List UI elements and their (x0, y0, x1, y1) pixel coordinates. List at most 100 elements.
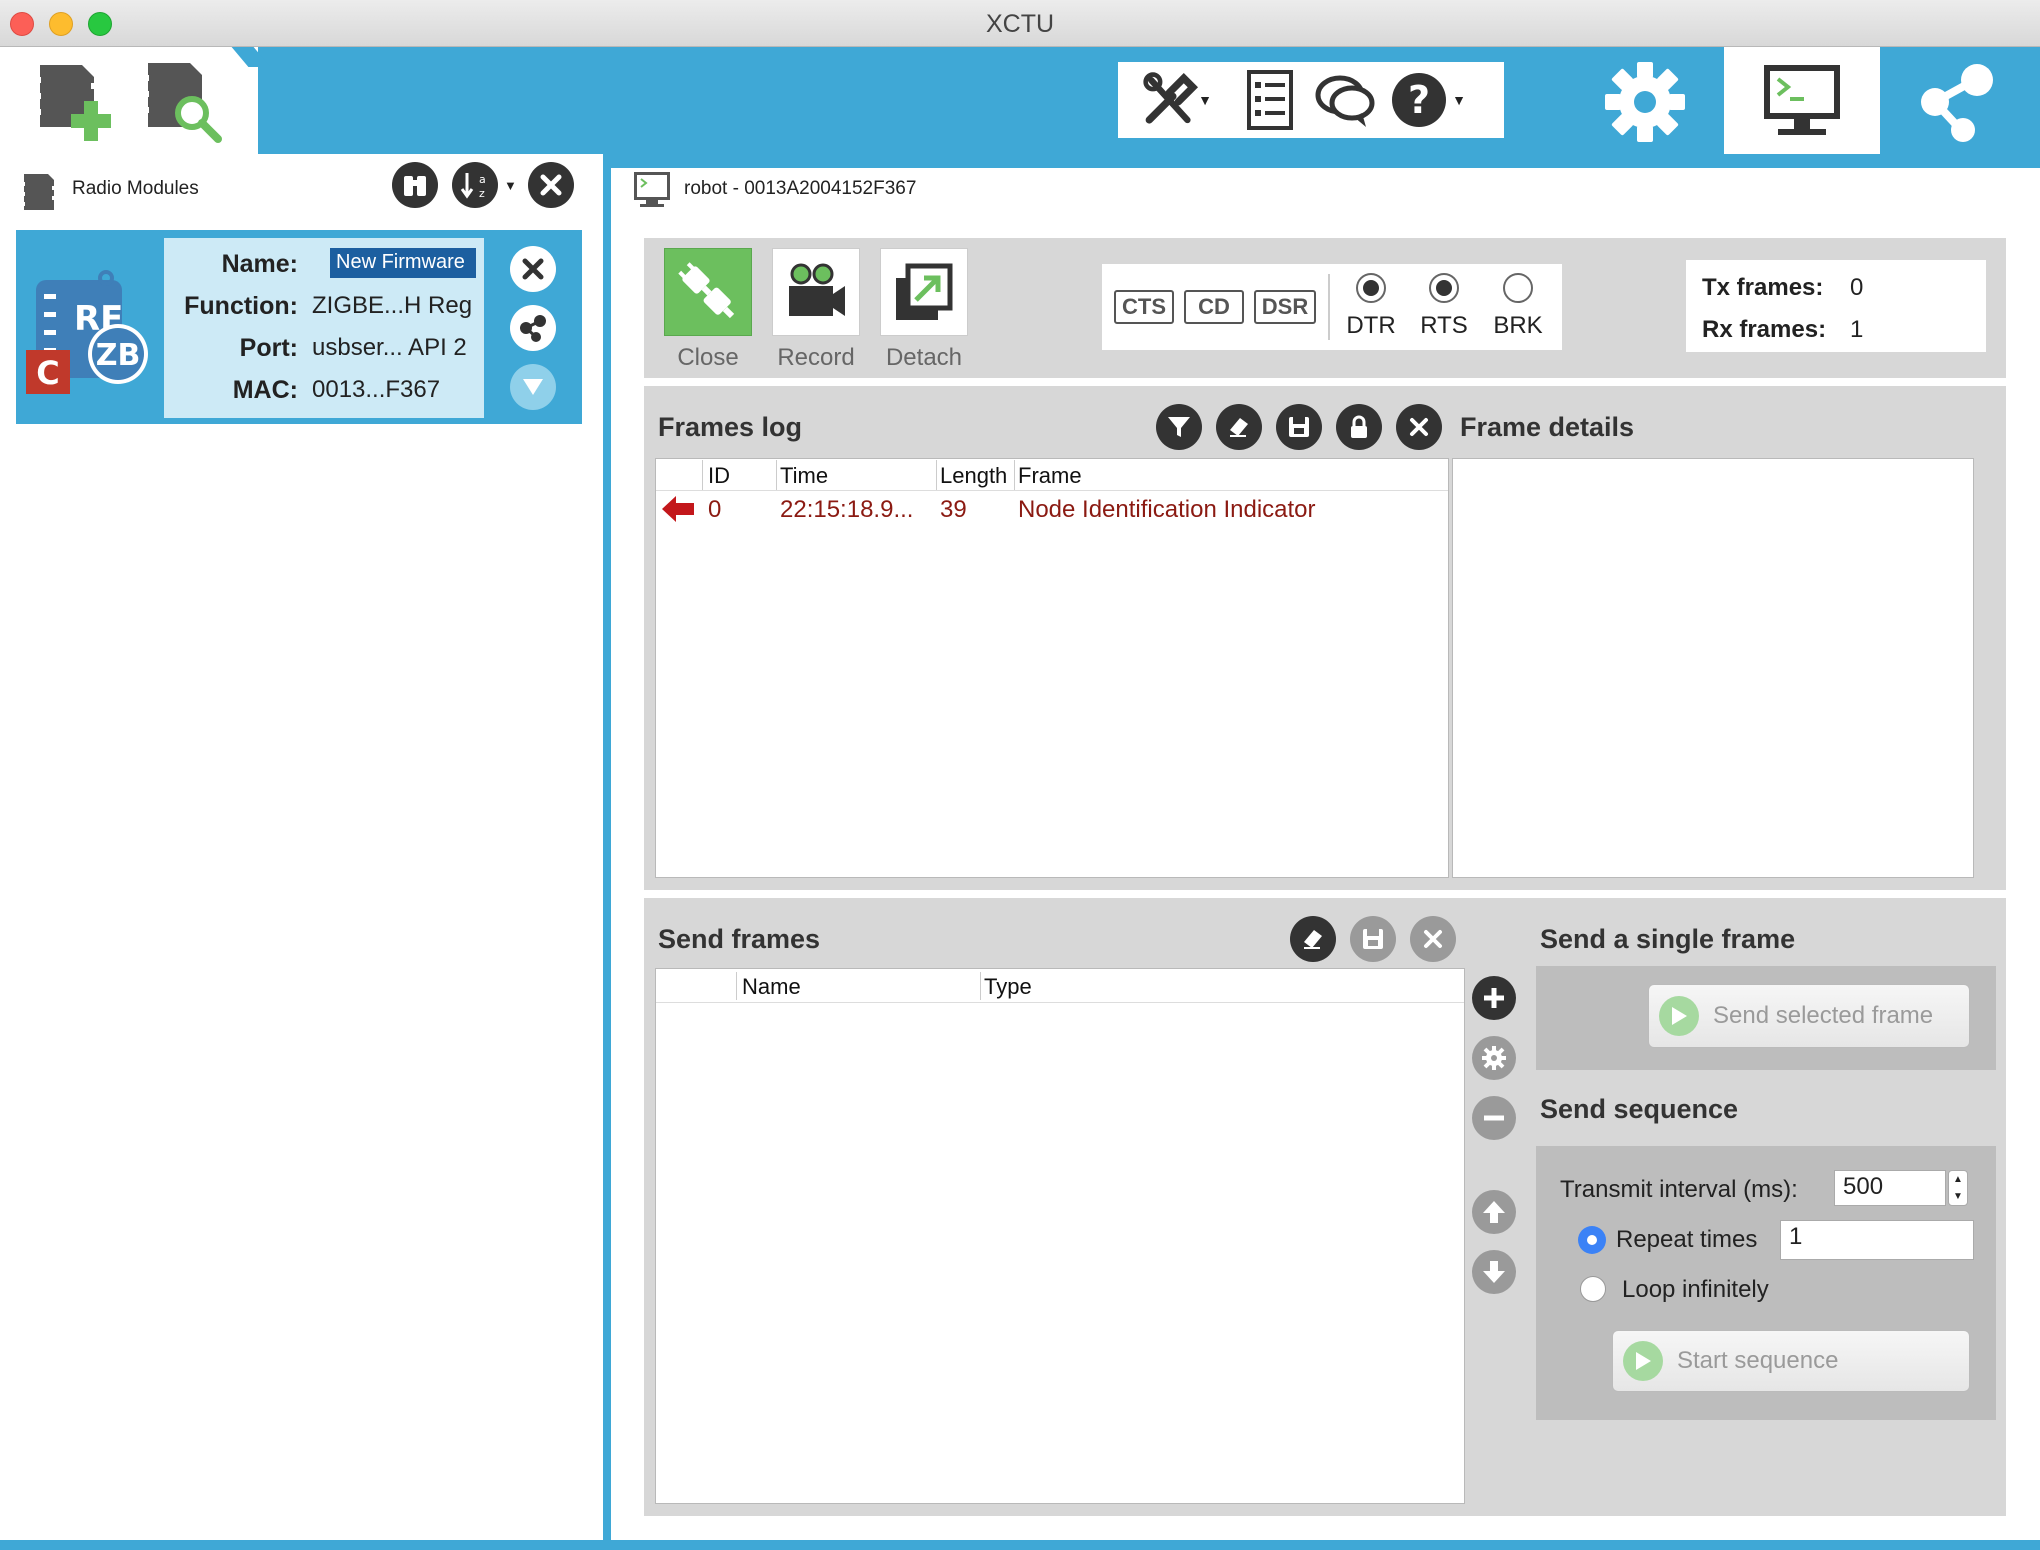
save-icon (1289, 417, 1309, 437)
send-sequence-title: Send sequence (1540, 1094, 1739, 1124)
panel-divider[interactable] (603, 154, 611, 1550)
play-icon (1623, 1341, 1663, 1381)
col-divider (980, 972, 981, 1000)
tools-button[interactable]: ▼ (1142, 68, 1212, 132)
arrow-up-icon (1483, 1201, 1505, 1223)
cts-indicator: CTS (1114, 290, 1174, 324)
gear-icon (1605, 62, 1685, 142)
console-icon (1764, 64, 1840, 135)
add-module-button[interactable] (30, 55, 120, 145)
add-frame-button[interactable] (1472, 976, 1516, 1020)
save-frames-button[interactable] (1276, 404, 1322, 450)
save-send-list-button[interactable] (1350, 916, 1396, 962)
filter-modules-button[interactable] (392, 162, 438, 208)
network-icon (1921, 64, 1993, 142)
chat-icon (1315, 75, 1375, 127)
col-divider (736, 972, 737, 1000)
window-title: XCTU (985, 10, 1055, 38)
frame-details-title: Frame details (1460, 412, 1635, 442)
help-button[interactable]: ? ▼ (1388, 68, 1468, 132)
start-sequence-label: Start sequence (1677, 1347, 1839, 1374)
close-icon (1424, 930, 1442, 948)
col-header-frame[interactable]: Frame (1018, 463, 1082, 489)
configuration-mode-button[interactable] (1600, 62, 1690, 142)
received-arrow-icon (660, 494, 696, 524)
loop-infinitely-radio[interactable] (1580, 1276, 1606, 1302)
move-down-button[interactable] (1472, 1250, 1516, 1294)
col-header-type[interactable]: Type (984, 974, 1032, 1000)
col-header-length[interactable]: Length (940, 463, 1007, 489)
network-mode-button[interactable] (1912, 60, 2002, 144)
close-icon (1410, 418, 1428, 436)
move-up-button[interactable] (1472, 1190, 1516, 1234)
send-single-frame-title: Send a single frame (1540, 924, 1796, 954)
discover-modules-button[interactable] (140, 55, 230, 145)
remove-frames-button[interactable] (1396, 404, 1442, 450)
profiles-button[interactable] (1240, 68, 1300, 132)
dtr-label: DTR (1346, 312, 1396, 339)
radio-modules-title: Radio Modules (72, 178, 199, 199)
filter-icon (1168, 417, 1190, 437)
rts-label: RTS (1420, 312, 1468, 339)
frames-log-title: Frames log (658, 412, 803, 442)
edit-frame-button[interactable] (1472, 1036, 1516, 1080)
col-header-time[interactable]: Time (780, 463, 828, 489)
interval-stepper[interactable]: ▲ ▼ (1948, 1170, 1968, 1206)
feedback-button[interactable] (1312, 68, 1378, 132)
port-value: usbser... API 2 (312, 334, 467, 361)
console-tab-icon (632, 170, 672, 210)
col-divider (776, 460, 777, 490)
send-selected-frame-button[interactable]: Send selected frame (1648, 984, 1970, 1048)
transmit-interval-input[interactable]: 500 (1834, 1170, 1946, 1206)
dtr-toggle[interactable] (1356, 273, 1386, 303)
sort-dropdown-arrow[interactable]: ▼ (504, 178, 517, 193)
title-bar: XCTU (0, 0, 2040, 47)
consoles-mode-tab[interactable] (1724, 47, 1880, 154)
video-camera-icon (789, 263, 845, 316)
remove-module-button[interactable] (510, 246, 556, 292)
clear-send-list-button[interactable] (1290, 916, 1336, 962)
repeat-times-radio[interactable] (1578, 1226, 1606, 1254)
chevron-down-icon (523, 379, 543, 395)
sort-modules-button[interactable]: az (452, 162, 498, 208)
remove-send-list-button[interactable] (1410, 916, 1456, 962)
expand-module-button[interactable] (510, 364, 556, 410)
discover-network-button[interactable] (510, 305, 556, 351)
frame-type: Node Identification Indicator (1018, 496, 1316, 523)
tx-frames-value: 0 (1850, 274, 1864, 301)
rts-toggle[interactable] (1429, 273, 1459, 303)
c-label: C (36, 354, 59, 392)
frame-details-view[interactable] (1452, 458, 1974, 878)
brk-label: BRK (1493, 312, 1543, 339)
start-sequence-button[interactable]: Start sequence (1612, 1330, 1970, 1392)
record-button[interactable] (772, 248, 860, 336)
sort-icon: az (460, 173, 486, 200)
gear-icon (1482, 1046, 1506, 1070)
zigbee-module-icon: RF ZB C (22, 262, 158, 398)
mac-label: MAC: (232, 376, 298, 404)
mac-value: 0013...F367 (312, 376, 441, 403)
detach-button[interactable] (880, 248, 968, 336)
brk-toggle[interactable] (1503, 273, 1533, 303)
close-connection-button[interactable] (664, 248, 752, 336)
rx-frames-value: 1 (1850, 316, 1864, 343)
transmit-interval-label: Transmit interval (ms): (1560, 1176, 1798, 1203)
clear-frames-button[interactable] (1216, 404, 1262, 450)
panel-top-border (611, 154, 2040, 168)
repeat-times-input[interactable]: 1 (1780, 1220, 1974, 1260)
remove-frame-button[interactable] (1472, 1096, 1516, 1140)
dsr-indicator: DSR (1254, 290, 1316, 324)
col-header-name[interactable]: Name (742, 974, 801, 1000)
frame-length: 39 (940, 496, 967, 523)
lock-scroll-button[interactable] (1336, 404, 1382, 450)
module-name-field[interactable]: New Firmware (330, 248, 476, 278)
rx-frames-label: Rx frames: (1702, 316, 1827, 343)
col-header-id[interactable]: ID (708, 463, 730, 489)
remove-all-modules-button[interactable] (528, 162, 574, 208)
close-label: Close (677, 344, 739, 371)
filter-frames-button[interactable] (1156, 404, 1202, 450)
help-icon: ? (1392, 73, 1447, 127)
detach-icon (896, 263, 953, 320)
network-icon (520, 315, 546, 342)
radio-module-icon (18, 172, 58, 212)
